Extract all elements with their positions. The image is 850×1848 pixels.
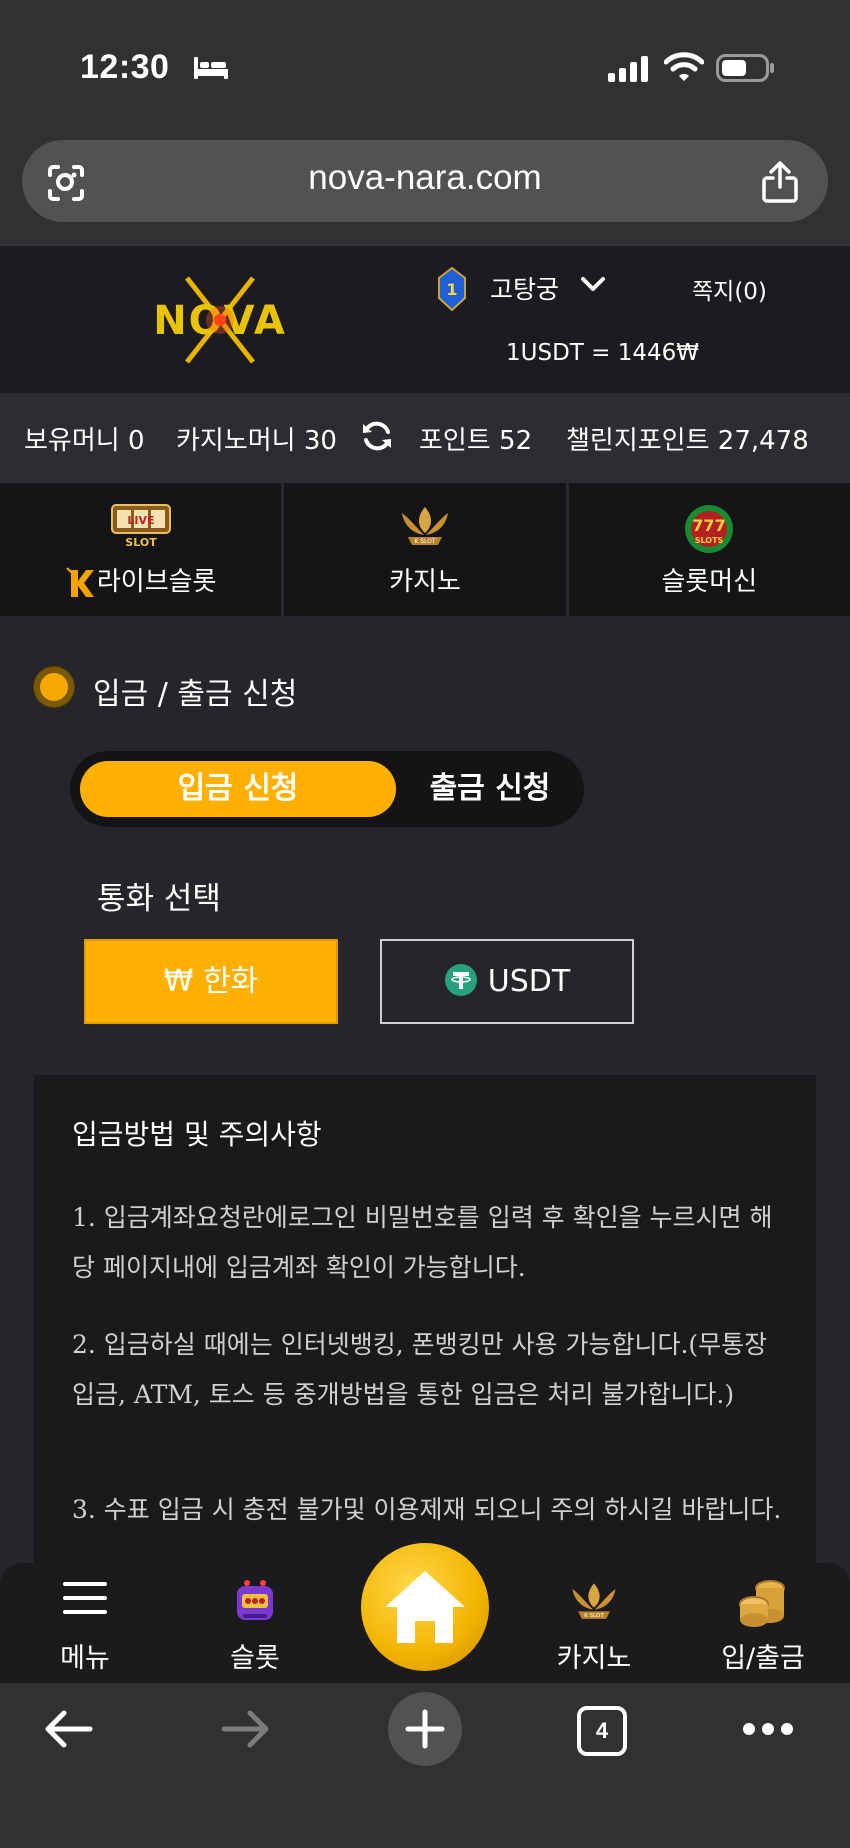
- svg-text:SLOT: SLOT: [125, 536, 157, 549]
- messages-link[interactable]: 쪽지(0): [692, 272, 767, 306]
- svg-text:K SLOT: K SLOT: [584, 1613, 604, 1619]
- 777-slots-icon: 777 SLOTS: [685, 505, 734, 553]
- nav-deposit-withdraw[interactable]: 입/출금: [688, 1578, 838, 1678]
- plus-icon: [405, 1709, 445, 1749]
- site-header: [0, 245, 850, 393]
- username[interactable]: 고탕궁: [490, 270, 559, 306]
- sleep-mode-icon: [194, 57, 228, 79]
- currency-krw-button[interactable]: ₩ 한화: [84, 939, 338, 1024]
- tab-withdraw-request[interactable]: 출금 신청: [410, 761, 570, 817]
- section-indicator-dot: [34, 667, 74, 707]
- battery-icon: [716, 54, 774, 82]
- svg-text:SLOTS: SLOTS: [695, 536, 724, 545]
- slot-machine-icon: [237, 1580, 273, 1620]
- notice-item: 3. 수표 입금 시 충전 불가및 이용제재 되오니 주의 하시길 바랍니다.: [72, 1495, 782, 1524]
- nav-slot[interactable]: 슬롯: [180, 1578, 330, 1678]
- currency-select-label: 통화 선택: [97, 881, 221, 917]
- tab-casino-label: 카지노: [389, 567, 461, 597]
- home-icon: [385, 1571, 465, 1643]
- tether-icon: [444, 963, 477, 996]
- share-icon[interactable]: [760, 160, 800, 204]
- tab-slot-machine[interactable]: 777 SLOTS 슬롯머신: [569, 483, 850, 616]
- notice-title: 입금방법 및 주의사항: [72, 1118, 322, 1151]
- page-title: 입금 / 출금 신청: [93, 677, 298, 712]
- deposit-withdraw-toggle: 입금 신청 출금 신청: [70, 751, 584, 827]
- exchange-rate: 1USDT = 1446₩: [506, 340, 699, 366]
- nav-casino-label: 카지노: [556, 1643, 632, 1674]
- tab-live-slot-label: 라이브슬롯: [96, 567, 217, 597]
- back-arrow-icon[interactable]: [42, 1707, 94, 1751]
- k-brand-icon: [66, 566, 94, 597]
- notice-item: 1. 입금계좌요청란에로그인 비밀번호를 입력 후 확인을 누르시면 해당 페이…: [72, 1203, 773, 1282]
- currency-usdt-button[interactable]: USDT: [380, 939, 634, 1024]
- wifi-icon: [664, 52, 704, 81]
- chevron-down-icon[interactable]: [580, 276, 606, 294]
- nav-menu[interactable]: 메뉴: [10, 1578, 160, 1678]
- level-badge-icon: 1: [438, 266, 466, 312]
- tab-live-slot[interactable]: LIVE SLOT 라이브슬롯: [0, 483, 285, 616]
- new-tab-button[interactable]: [388, 1692, 462, 1766]
- held-money: 보유머니 0: [24, 426, 145, 456]
- more-options-icon[interactable]: [742, 1722, 794, 1736]
- live-slot-icon: LIVE SLOT: [110, 504, 171, 549]
- home-button[interactable]: [361, 1543, 489, 1671]
- svg-text:K SLOT: K SLOT: [414, 538, 436, 545]
- forward-arrow-icon[interactable]: [220, 1707, 272, 1751]
- points: 포인트 52: [419, 426, 533, 456]
- refresh-icon[interactable]: [360, 419, 394, 453]
- status-time: 12:30: [80, 48, 170, 86]
- nav-deposit-withdraw-label: 입/출금: [721, 1643, 805, 1674]
- deposit-notice-box: 입금방법 및 주의사항 1. 입금계좌요청란에로그인 비밀번호를 입력 후 확인…: [34, 1075, 816, 1575]
- challenge-points: 챌린지포인트 27,478: [566, 426, 809, 456]
- nova-logo[interactable]: NOVA: [135, 270, 305, 370]
- svg-text:777: 777: [693, 516, 726, 535]
- tab-casino[interactable]: K SLOT 카지노: [284, 483, 569, 616]
- url-text[interactable]: nova-nara.com: [0, 158, 850, 198]
- notice-item: 2. 입금하실 때에는 인터넷뱅킹, 폰뱅킹만 사용 가능합니다.(무통장입금,…: [72, 1330, 768, 1409]
- game-category-nav: LIVE SLOT 라이브슬롯 K SLOT 카지노 777 SLOTS 슬롯머…: [0, 483, 850, 616]
- k-slot-icon: K SLOT: [572, 1583, 616, 1619]
- tab-switcher-button[interactable]: 4: [577, 1706, 627, 1756]
- nav-menu-label: 메뉴: [60, 1643, 110, 1674]
- k-slot-icon: K SLOT: [401, 507, 448, 545]
- svg-text:LIVE: LIVE: [127, 514, 154, 527]
- page: 12:30 nova-nara.com NOVA: [0, 0, 850, 1848]
- coins-icon: [739, 1580, 785, 1627]
- tab-deposit-request[interactable]: 입금 신청: [80, 761, 396, 817]
- nav-slot-label: 슬롯: [230, 1643, 280, 1674]
- hamburger-menu-icon: [63, 1582, 107, 1614]
- casino-money: 카지노머니 30: [176, 426, 337, 456]
- nav-casino[interactable]: K SLOT 카지노: [519, 1578, 669, 1678]
- currency-usdt-label: USDT: [487, 964, 571, 999]
- tab-slot-machine-label: 슬롯머신: [661, 567, 758, 597]
- level-number: 1: [446, 280, 457, 299]
- visual-search-icon[interactable]: [46, 163, 86, 203]
- cellular-signal-icon: [608, 56, 648, 82]
